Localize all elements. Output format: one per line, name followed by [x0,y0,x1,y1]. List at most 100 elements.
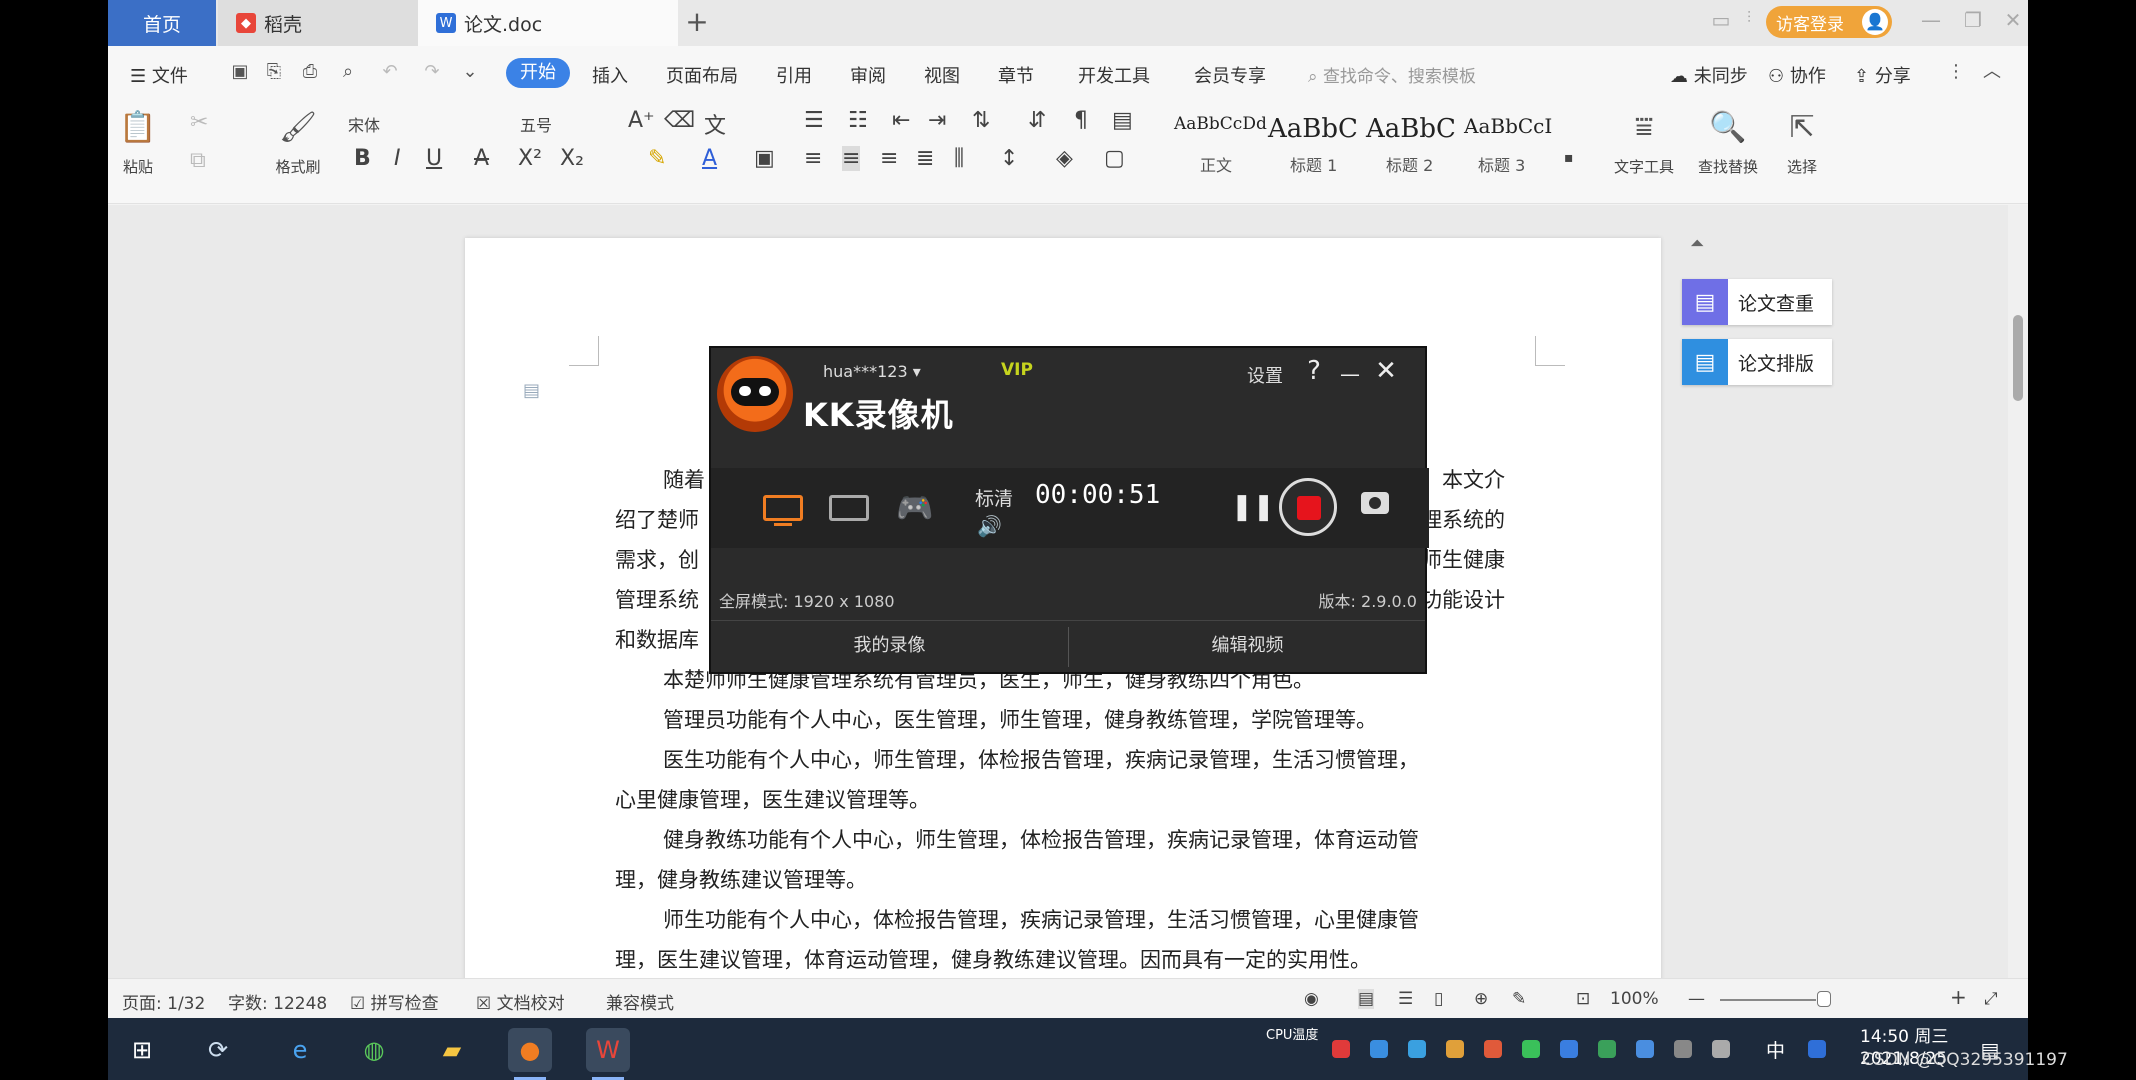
help-icon[interactable]: ? [1299,356,1329,386]
screenshot-camera-icon[interactable] [1361,492,1389,514]
cut-icon[interactable]: ✂ [190,110,208,135]
fullscreen-mode-button[interactable] [761,490,805,526]
fit-page-icon[interactable]: ⊡ [1576,989,1590,1009]
doc-proof-button[interactable]: ☒ 文档校对 [476,989,565,1014]
input-tray-icon[interactable] [1808,1040,1826,1058]
ie-browser-icon[interactable]: e [278,1028,322,1072]
eye-protect-icon[interactable]: ◉ [1304,989,1319,1009]
borders-icon[interactable]: ▢ [1104,146,1125,171]
table-icon[interactable]: ▤ [1112,108,1133,133]
panel-collapse-icon[interactable]: ⏶ [1690,233,1704,254]
tray-app-icon[interactable] [1598,1040,1616,1058]
export-icon[interactable]: ⎘ [262,60,286,84]
paste-button[interactable]: 📋 粘贴 [108,108,168,177]
speaker-icon[interactable]: 🔊 [977,514,1002,538]
chevron-down-icon[interactable]: ⌄ [458,60,482,84]
numbering-icon[interactable]: ☷ [848,108,868,133]
recorder-close-icon[interactable]: ✕ [1371,356,1401,386]
tray-app-icon[interactable] [1332,1040,1350,1058]
guest-login-button[interactable]: 访客登录 👤 [1766,6,1892,38]
thesis-check-button[interactable]: ▤ 论文查重 [1682,279,1832,325]
clear-format-icon[interactable]: ⌫ [664,108,695,133]
align-right-icon[interactable]: ≡ [880,146,898,171]
tab-document[interactable]: W 论文.doc [418,0,678,46]
ime-indicator[interactable]: 中 [1766,1036,1785,1063]
stop-record-button[interactable] [1279,478,1337,536]
quality-select[interactable]: 标清 [975,484,1013,511]
command-search[interactable]: ⌕ 查找命令、搜索模板 [1308,62,1476,87]
region-mode-button[interactable] [827,490,871,526]
vertical-scrollbar[interactable] [2008,205,2028,978]
redo-icon[interactable]: ↷ [420,60,444,84]
align-center-icon[interactable]: ≡ [842,146,861,171]
text-tools-button[interactable]: ⩸ 文字工具 [1614,108,1674,177]
menu-review[interactable]: 审阅 [850,62,886,88]
font-color-icon[interactable]: A [702,146,717,171]
recorder-settings-button[interactable]: 设置 [1247,362,1283,388]
menu-view[interactable]: 视图 [924,62,960,88]
tray-app-icon[interactable] [1408,1040,1426,1058]
minimize-icon[interactable]: — [1916,8,1946,32]
tray-app-icon[interactable] [1560,1040,1578,1058]
strikethrough-icon[interactable]: A [474,146,489,171]
bluetooth-icon[interactable] [1636,1040,1654,1058]
phonetic-icon[interactable]: 文 [704,108,726,140]
doc-note-icon[interactable]: ▤ [523,380,540,401]
kk-recorder-window[interactable]: hua***123 ▾ VIP KK录像机 设置 ? — ✕ 🎮 标清 00:0… [709,346,1429,674]
menu-references[interactable]: 引用 [776,62,812,88]
bullets-icon[interactable]: ☰ [804,108,824,133]
font-size-select[interactable]: 五号 [520,112,552,136]
menu-page-layout[interactable]: 页面布局 [666,62,738,88]
format-painter-button[interactable]: 🖌 格式刷 [268,108,328,177]
show-marks-icon[interactable]: ¶ [1074,108,1088,133]
globe-app-icon[interactable]: ◍ [352,1028,396,1072]
zoom-slider-knob[interactable] [1817,991,1831,1007]
web-view-icon[interactable]: ⊕ [1474,989,1488,1009]
sort-icon[interactable]: ⇵ [1028,108,1046,133]
highlight-icon[interactable]: ✎ [648,146,666,171]
style-normal-sample[interactable]: AaBbCcDd [1174,114,1267,134]
file-explorer-icon[interactable]: ▰ [430,1028,474,1072]
justify-icon[interactable]: ≣ [916,146,934,171]
menu-member[interactable]: 会员专享 [1194,62,1266,88]
window-layout-icon[interactable]: ▭ [1706,8,1736,32]
zoom-slider[interactable] [1720,999,1816,1001]
styles-more-icon[interactable]: ▪ [1564,150,1574,166]
select-button[interactable]: ⇱ 选择 [1772,108,1832,177]
tray-app-icon[interactable] [1484,1040,1502,1058]
pen-icon[interactable]: ✎ [1512,989,1526,1009]
zoom-level[interactable]: 100% [1610,989,1659,1009]
file-menu[interactable]: ☰ 文件 [130,62,188,88]
superscript-icon[interactable]: X² [518,146,542,171]
menu-chapter[interactable]: 章节 [998,62,1034,88]
align-left-icon[interactable]: ≡ [804,146,822,171]
zoom-out-icon[interactable]: — [1688,989,1705,1009]
tray-app-icon[interactable] [1370,1040,1388,1058]
collaborate-button[interactable]: ⚇ 协作 [1768,62,1826,88]
tab-home[interactable]: 首页 [108,0,216,46]
indent-icon[interactable]: ⇥ [928,108,946,133]
account-dropdown[interactable]: hua***123 ▾ [823,362,921,381]
new-tab-button[interactable]: + [680,6,714,40]
tray-app-icon[interactable] [1522,1040,1540,1058]
kk-recorder-taskbar-icon[interactable]: ● [508,1028,552,1080]
wps-taskbar-icon[interactable]: W [586,1028,630,1080]
360-icon[interactable]: ⟳ [196,1028,240,1072]
spellcheck-button[interactable]: ☑ 拼写检查 [350,989,439,1014]
outline-view-icon[interactable]: ☰ [1398,989,1413,1009]
sync-status[interactable]: ☁ 未同步 [1670,62,1748,88]
network-icon[interactable] [1674,1040,1692,1058]
reading-view-icon[interactable]: ▯ [1434,989,1443,1009]
edit-video-button[interactable]: 编辑视频 [1069,621,1426,673]
page-view-icon[interactable]: ▤ [1358,989,1375,1009]
underline-icon[interactable]: U [426,146,442,171]
text-direction-icon[interactable]: ⇅ [972,108,990,133]
tray-app-icon[interactable] [1446,1040,1464,1058]
style-heading1-sample[interactable]: AaBbC [1268,114,1358,144]
undo-icon[interactable]: ↶ [378,60,402,84]
volume-icon[interactable] [1712,1040,1730,1058]
share-button[interactable]: ⇪ 分享 [1854,62,1911,88]
find-replace-button[interactable]: 🔍 查找替换 [1698,108,1758,177]
italic-icon[interactable]: I [394,146,401,171]
menu-developer[interactable]: 开发工具 [1078,62,1150,88]
